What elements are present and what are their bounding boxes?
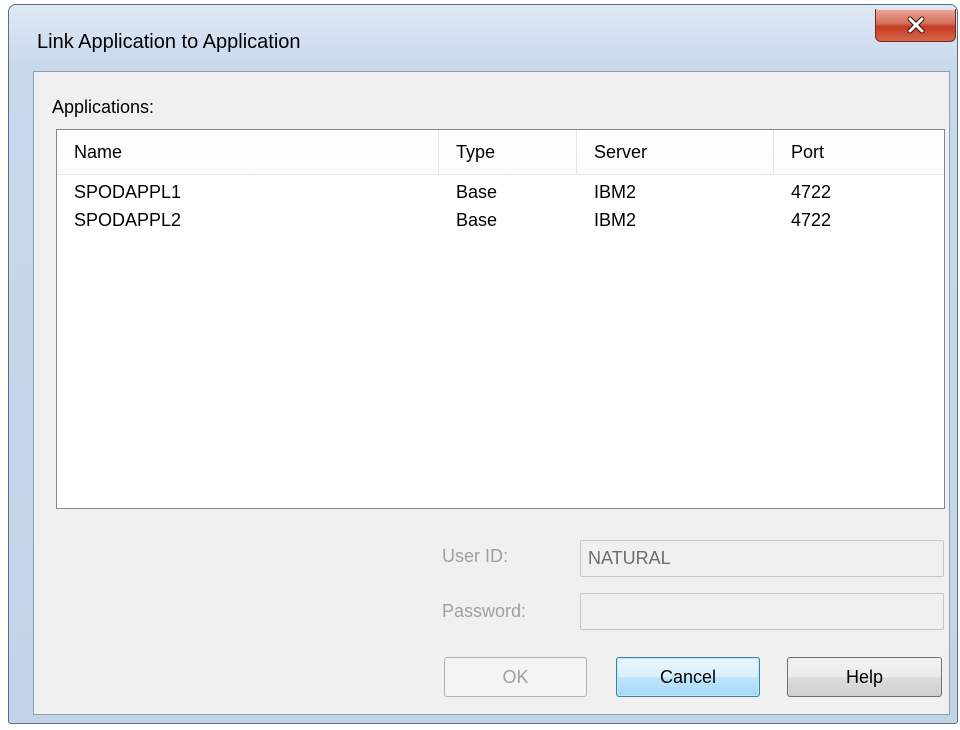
- help-button[interactable]: Help: [787, 657, 942, 697]
- list-header: Name Type Server Port: [57, 130, 944, 175]
- applications-label: Applications:: [52, 97, 155, 117]
- cell-name: SPODAPPL2: [74, 210, 182, 230]
- list-item[interactable]: SPODAPPL1 Base IBM2 4722: [57, 178, 944, 206]
- column-header-name[interactable]: Name: [57, 130, 439, 174]
- ok-button[interactable]: OK: [444, 657, 587, 697]
- cell-type: Base: [456, 182, 498, 202]
- close-icon: [907, 16, 924, 34]
- window-title: Link Application to Application: [37, 31, 301, 53]
- password-label: Password:: [442, 601, 527, 621]
- cell-port: 4722: [791, 210, 832, 230]
- dialog-client-area: Applications: Name Type Server Port SPOD…: [33, 71, 950, 715]
- column-header-server[interactable]: Server: [577, 130, 774, 174]
- list-item[interactable]: SPODAPPL2 Base IBM2 4722: [57, 206, 944, 234]
- cell-type: Base: [456, 210, 498, 230]
- cancel-button[interactable]: Cancel: [616, 657, 760, 697]
- user-id-label: User ID:: [442, 546, 509, 566]
- cell-port: 4722: [791, 182, 832, 202]
- column-header-port[interactable]: Port: [774, 130, 944, 174]
- column-header-type[interactable]: Type: [439, 130, 577, 174]
- dialog-window: Link Application to Application Applicat…: [8, 4, 958, 724]
- cell-name: SPODAPPL1: [74, 182, 182, 202]
- password-field[interactable]: [580, 593, 944, 630]
- close-button[interactable]: [875, 9, 956, 42]
- applications-list[interactable]: Name Type Server Port SPODAPPL1 Base IBM…: [56, 129, 945, 509]
- cell-server: IBM2: [594, 210, 637, 230]
- cell-server: IBM2: [594, 182, 637, 202]
- user-id-field[interactable]: NATURAL: [580, 540, 944, 577]
